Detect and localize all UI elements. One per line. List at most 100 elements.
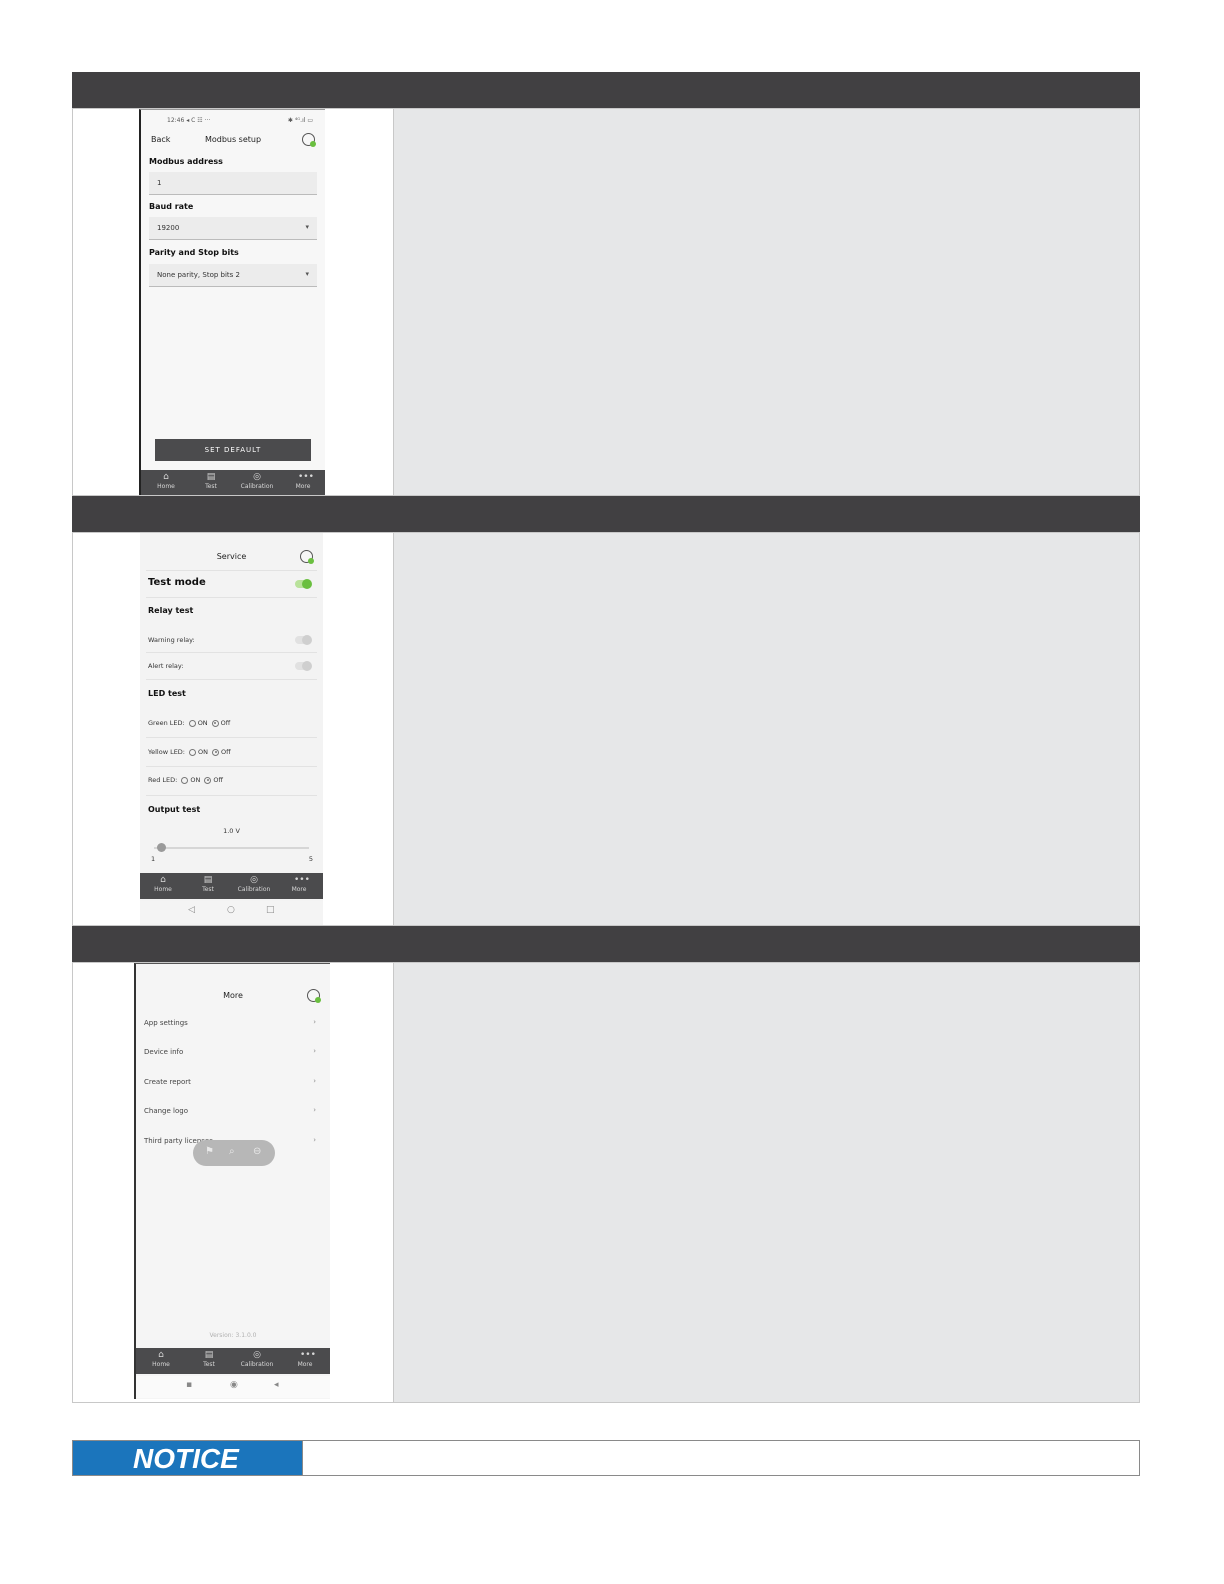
parity-value: None parity, Stop bits 2 <box>157 271 240 279</box>
divider <box>146 795 317 796</box>
yellow-led-off-label: Off <box>221 748 231 756</box>
connection-status-icon[interactable] <box>300 550 314 564</box>
yellow-led-off-radio[interactable] <box>212 748 219 756</box>
modbus-setup-screenshot: 12:46 ◂ C ☷ ··· ✱ ⁴ᴳ.ıl ▭ Back Modbus se… <box>139 109 325 495</box>
divider <box>146 679 317 680</box>
green-led-row: Green LED: ON Off <box>148 719 230 727</box>
notice-label-box: NOTICE <box>73 1441 303 1475</box>
modbus-address-field[interactable]: 1 <box>149 172 317 195</box>
yellow-led-on-label: ON <box>198 748 208 756</box>
warning-relay-toggle[interactable] <box>295 635 312 645</box>
tab-more[interactable]: ••• More <box>280 470 325 495</box>
red-led-off-radio[interactable] <box>204 776 212 784</box>
section-header-band-2 <box>72 496 1140 532</box>
tab-test[interactable]: ▤ Test <box>186 1348 232 1374</box>
chevron-right-icon: › <box>313 1047 316 1055</box>
slider-min-label: 1 <box>151 855 156 863</box>
tab-test[interactable]: ▤ Test <box>185 873 231 899</box>
green-led-off-label: Off <box>220 719 231 727</box>
green-led-off-radio[interactable] <box>211 719 219 727</box>
back-triangle-icon[interactable]: ◁ <box>188 905 195 915</box>
tab-home[interactable]: ⌂ Home <box>143 470 189 495</box>
bottom-tab-bar: ⌂ Home ▤ Test ◎ Calibration ••• More <box>141 470 325 495</box>
output-slider-knob[interactable] <box>157 843 167 852</box>
red-led-on-radio[interactable] <box>181 776 189 784</box>
led-test-heading: LED test <box>148 689 186 698</box>
status-time: 12:46 ◂ C ☷ ··· <box>167 117 211 124</box>
tab-home[interactable]: ⌂ Home <box>138 1348 184 1374</box>
list-item-device-info[interactable]: Device info › <box>144 1040 322 1068</box>
system-nav-bar: ◁ ○ □ <box>140 901 323 923</box>
status-bar: 12:46 ◂ C ☷ ··· ✱ ⁴ᴳ.ıl ▭ <box>141 110 325 132</box>
green-led-label: Green LED: <box>148 719 185 727</box>
tab-more[interactable]: ••• More <box>282 1348 328 1374</box>
description-cell <box>393 963 1139 1402</box>
alert-relay-toggle[interactable] <box>295 661 312 671</box>
baud-rate-value: 19200 <box>157 224 180 232</box>
test-mode-toggle[interactable] <box>295 579 312 589</box>
more-screenshot: More App settings › Device info › Create r… <box>134 963 330 1399</box>
notice-label: NOTICE <box>133 1443 239 1474</box>
test-mode-label: Test mode <box>148 577 206 588</box>
slider-max-label: 5 <box>308 855 313 863</box>
status-bar <box>136 964 330 986</box>
tab-calibration[interactable]: ◎ Calibration <box>234 470 280 495</box>
tab-more[interactable]: ••• More <box>276 873 322 899</box>
home-icon: ⌂ <box>158 1350 164 1360</box>
status-icons: ✱ ⁴ᴳ.ıl ▭ <box>287 117 313 124</box>
divider <box>146 570 317 571</box>
output-slider-track[interactable] <box>154 847 309 849</box>
tab-home-label: Home <box>157 483 175 490</box>
home-circle-icon[interactable]: ○ <box>227 905 235 915</box>
red-led-on-label: ON <box>190 776 201 784</box>
warning-relay-label: Warning relay: <box>148 636 195 644</box>
tab-more-label: More <box>295 483 311 490</box>
flashlight-icon[interactable]: ⚑ <box>205 1146 214 1157</box>
list-item-change-logo[interactable]: Change logo › <box>144 1099 322 1127</box>
home-circle-icon[interactable]: ◉ <box>230 1380 238 1390</box>
more-icon: ••• <box>298 472 314 482</box>
green-led-on-radio[interactable] <box>188 719 196 727</box>
relay-test-heading: Relay test <box>148 606 194 615</box>
minus-circle-icon[interactable]: ⊖ <box>253 1146 261 1157</box>
section-header-band-1 <box>72 72 1140 108</box>
tab-calibration-label: Calibration <box>237 886 271 893</box>
yellow-led-on-radio[interactable] <box>189 748 197 756</box>
connection-status-icon[interactable] <box>307 989 321 1003</box>
tab-home-label: Home <box>152 1361 170 1368</box>
baud-rate-label: Baud rate <box>149 202 194 211</box>
recents-square-icon[interactable]: ▪ <box>186 1380 192 1390</box>
recents-square-icon[interactable]: □ <box>266 905 275 915</box>
parity-select[interactable]: None parity, Stop bits 2 ▾ <box>149 264 317 287</box>
tab-calibration[interactable]: ◎ Calibration <box>231 873 277 899</box>
tab-home[interactable]: ⌂ Home <box>140 873 186 899</box>
set-default-button[interactable]: SET DEFAULT <box>155 439 311 461</box>
chevron-right-icon: › <box>313 1077 316 1085</box>
chevron-right-icon: › <box>313 1136 316 1144</box>
calibration-icon: ◎ <box>250 875 258 885</box>
section-header-band-3 <box>72 926 1140 962</box>
list-item-app-settings[interactable]: App settings › <box>144 1011 322 1039</box>
list-item-create-report[interactable]: Create report › <box>144 1070 322 1098</box>
description-cell <box>393 533 1139 925</box>
bottom-tab-bar: ⌂ Home ▤ Test ◎ Calibration ••• More <box>140 873 323 899</box>
tab-test-label: Test <box>203 1361 215 1368</box>
connection-status-icon[interactable] <box>302 133 316 147</box>
output-value: 1.0 V <box>223 827 240 835</box>
test-icon: ▤ <box>203 875 213 885</box>
floating-screenshot-toolbar[interactable]: ⚑ ⌕ ⊖ <box>193 1140 275 1166</box>
list-item-label: Device info <box>144 1048 184 1056</box>
system-nav-bar: ▪ ◉ ◂ <box>136 1376 330 1398</box>
tab-calibration-label: Calibration <box>240 1361 274 1368</box>
output-test-heading: Output test <box>148 805 201 814</box>
tab-calibration[interactable]: ◎ Calibration <box>234 1348 280 1374</box>
nav-bar: Service <box>140 547 323 569</box>
baud-rate-select[interactable]: 19200 ▾ <box>149 217 317 240</box>
back-triangle-icon[interactable]: ◂ <box>274 1380 279 1390</box>
alert-relay-label: Alert relay: <box>148 662 184 670</box>
list-item-label: Change logo <box>144 1107 188 1115</box>
chevron-right-icon: › <box>313 1106 316 1114</box>
tab-test[interactable]: ▤ Test <box>188 470 234 495</box>
nav-bar: More <box>136 986 330 1008</box>
search-icon[interactable]: ⌕ <box>229 1146 235 1157</box>
